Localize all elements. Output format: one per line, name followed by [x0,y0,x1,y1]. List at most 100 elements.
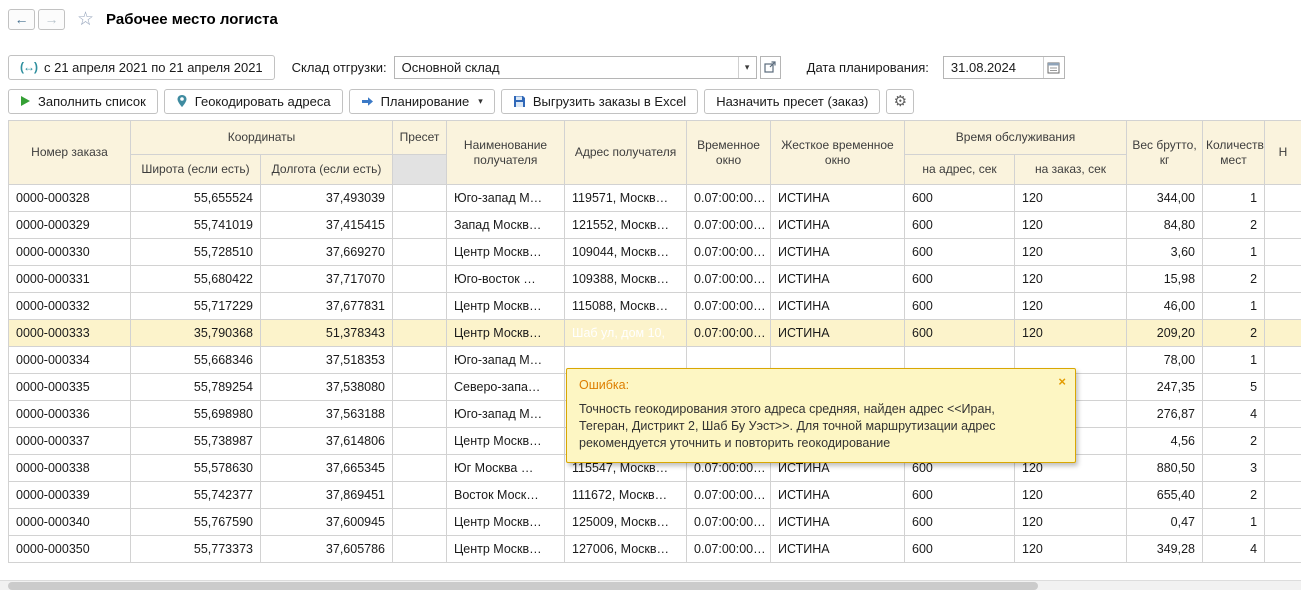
cell-window[interactable]: 0.07:00:00… [687,212,771,239]
cell-lat[interactable]: 55,789254 [131,374,261,401]
cell-extra[interactable] [1265,239,1301,266]
back-button[interactable]: ← [8,9,35,30]
cell-hard[interactable]: ИСТИНА [771,185,905,212]
cell-name[interactable]: Юг Москва … [447,455,565,482]
cell-weight[interactable]: 880,50 [1127,455,1203,482]
cell-t1[interactable]: 600 [905,293,1015,320]
col-header-service-per-order[interactable]: на заказ, сек [1015,155,1127,185]
table-row[interactable]: 0000-00034055,76759037,600945Центр Москв… [9,509,1301,536]
cell-preset[interactable] [393,455,447,482]
cell-name[interactable]: Восток Моск… [447,482,565,509]
cell-preset[interactable] [393,482,447,509]
cell-num[interactable]: 0000-000335 [9,374,131,401]
cell-count[interactable]: 2 [1203,212,1265,239]
cell-preset[interactable] [393,509,447,536]
cell-count[interactable]: 1 [1203,185,1265,212]
col-header-latitude[interactable]: Широта (если есть) [131,155,261,185]
cell-lon[interactable]: 37,614806 [261,428,393,455]
cell-t1[interactable]: 600 [905,482,1015,509]
cell-t1[interactable]: 600 [905,185,1015,212]
cell-count[interactable]: 2 [1203,320,1265,347]
cell-lat[interactable]: 55,767590 [131,509,261,536]
cell-num[interactable]: 0000-000350 [9,536,131,563]
cell-preset[interactable] [393,185,447,212]
cell-t2[interactable]: 120 [1015,482,1127,509]
cell-num[interactable]: 0000-000336 [9,401,131,428]
settings-button[interactable]: ⚙ [886,89,914,114]
cell-addr[interactable]: 127006, Москв… [565,536,687,563]
cell-t1[interactable]: 600 [905,320,1015,347]
cell-addr[interactable]: Шаб ул, дом 10, [565,320,687,347]
cell-name[interactable]: Центр Москв… [447,293,565,320]
cell-hard[interactable]: ИСТИНА [771,482,905,509]
cell-name[interactable]: Юго-восток … [447,266,565,293]
cell-window[interactable]: 0.07:00:00… [687,482,771,509]
warehouse-open-button[interactable] [760,56,781,79]
cell-t2[interactable]: 120 [1015,266,1127,293]
cell-num[interactable]: 0000-000333 [9,320,131,347]
cell-lon[interactable]: 37,518353 [261,347,393,374]
cell-lon[interactable]: 37,538080 [261,374,393,401]
col-header-recipient-address[interactable]: Адрес получателя [565,121,687,185]
cell-extra[interactable] [1265,536,1301,563]
cell-extra[interactable] [1265,212,1301,239]
col-header-preset[interactable]: Пресет [393,121,447,155]
cell-extra[interactable] [1265,428,1301,455]
cell-window[interactable]: 0.07:00:00… [687,320,771,347]
cell-extra[interactable] [1265,401,1301,428]
cell-lon[interactable]: 37,717070 [261,266,393,293]
cell-count[interactable]: 3 [1203,455,1265,482]
cell-weight[interactable]: 209,20 [1127,320,1203,347]
cell-window[interactable]: 0.07:00:00… [687,239,771,266]
cell-extra[interactable] [1265,320,1301,347]
cell-lon[interactable]: 37,665345 [261,455,393,482]
warehouse-value[interactable]: Основной склад [395,57,738,78]
table-row[interactable]: 0000-00033335,79036851,378343Центр Москв… [9,320,1301,347]
cell-window[interactable]: 0.07:00:00… [687,185,771,212]
cell-t1[interactable]: 600 [905,509,1015,536]
cell-hard[interactable]: ИСТИНА [771,320,905,347]
cell-hard[interactable]: ИСТИНА [771,212,905,239]
col-header-recipient-name[interactable]: Наименование получателя [447,121,565,185]
cell-weight[interactable]: 247,35 [1127,374,1203,401]
cell-hard[interactable]: ИСТИНА [771,536,905,563]
cell-extra[interactable] [1265,455,1301,482]
table-row[interactable]: 0000-00033155,68042237,717070Юго-восток … [9,266,1301,293]
planning-date-field[interactable]: 31.08.2024 [943,56,1065,79]
cell-lon[interactable]: 37,669270 [261,239,393,266]
cell-lon[interactable]: 37,415415 [261,212,393,239]
cell-weight[interactable]: 15,98 [1127,266,1203,293]
cell-weight[interactable]: 4,56 [1127,428,1203,455]
cell-lat[interactable]: 55,741019 [131,212,261,239]
col-header-time-window[interactable]: Временное окно [687,121,771,185]
cell-extra[interactable] [1265,293,1301,320]
cell-extra[interactable] [1265,185,1301,212]
cell-num[interactable]: 0000-000340 [9,509,131,536]
cell-num[interactable]: 0000-000338 [9,455,131,482]
cell-extra[interactable] [1265,266,1301,293]
cell-lat[interactable]: 55,738987 [131,428,261,455]
cell-t2[interactable]: 120 [1015,293,1127,320]
col-header-longitude[interactable]: Долгота (если есть) [261,155,393,185]
cell-lon[interactable]: 51,378343 [261,320,393,347]
cell-addr[interactable]: 115088, Москв… [565,293,687,320]
cell-weight[interactable]: 3,60 [1127,239,1203,266]
cell-lon[interactable]: 37,869451 [261,482,393,509]
cell-name[interactable]: Юго-запад М… [447,185,565,212]
cell-name[interactable]: Юго-запад М… [447,347,565,374]
cell-lat[interactable]: 55,655524 [131,185,261,212]
col-header-gross-weight[interactable]: Вес брутто, кг [1127,121,1203,185]
cell-extra[interactable] [1265,374,1301,401]
cell-t2[interactable]: 120 [1015,536,1127,563]
cell-count[interactable]: 1 [1203,293,1265,320]
cell-preset[interactable] [393,266,447,293]
favorite-star-icon[interactable]: ☆ [77,10,94,29]
col-header-next-truncated[interactable]: Н [1265,121,1301,185]
cell-preset[interactable] [393,320,447,347]
cell-addr[interactable]: 125009, Москв… [565,509,687,536]
cell-num[interactable]: 0000-000339 [9,482,131,509]
cell-addr[interactable]: 121552, Москв… [565,212,687,239]
cell-preset[interactable] [393,293,447,320]
forward-button[interactable]: → [38,9,65,30]
cell-num[interactable]: 0000-000334 [9,347,131,374]
